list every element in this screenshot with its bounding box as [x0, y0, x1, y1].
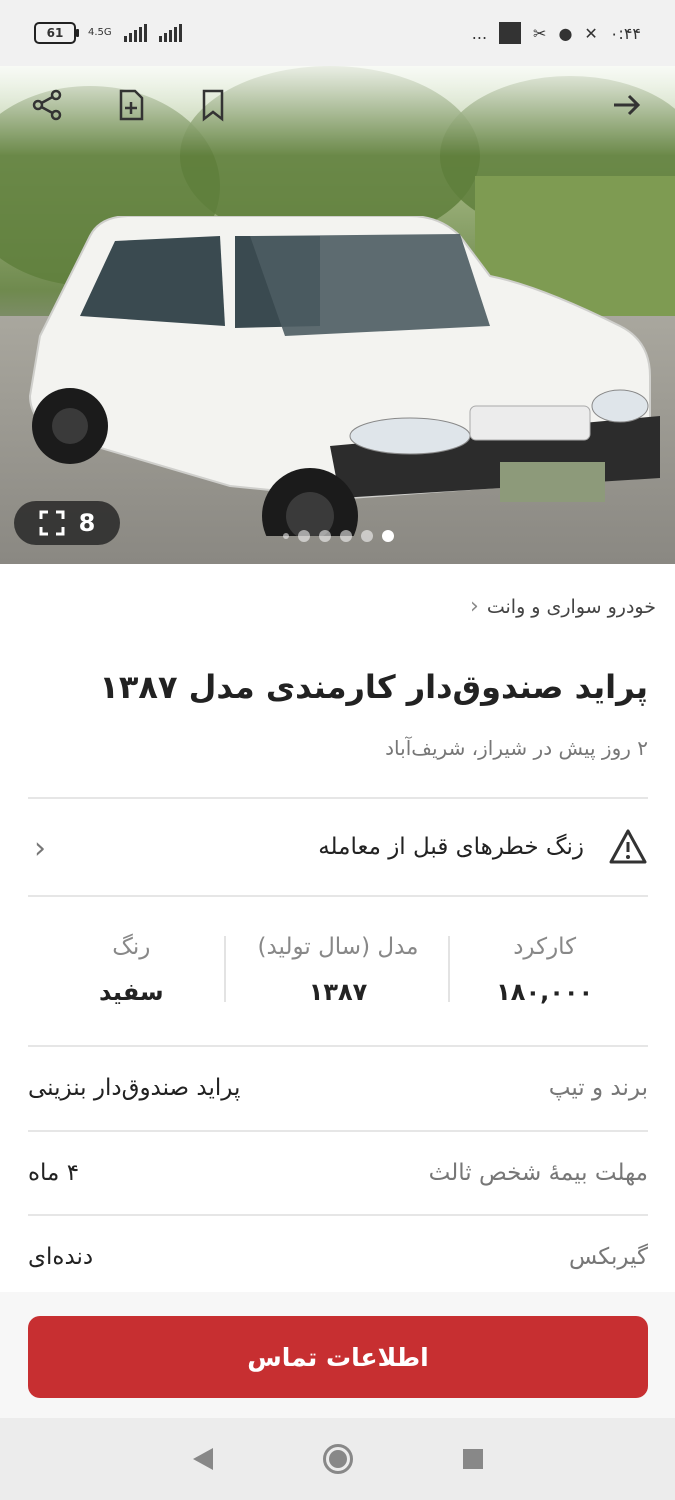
info-key: برند و تیپ [548, 1075, 648, 1101]
carousel-dot[interactable] [361, 530, 373, 542]
stat-separator [224, 936, 226, 1002]
stat-mileage: کارکرد ۱۸۰,۰۰۰ [441, 904, 648, 1044]
info-key: مهلت بیمهٔ شخص ثالث [428, 1160, 648, 1186]
carousel-dot[interactable] [340, 530, 352, 542]
stat-key: کارکرد [513, 934, 577, 960]
carousel-dots [283, 530, 394, 542]
more-icon: ... [471, 23, 488, 43]
contact-info-button[interactable]: اطلاعات تماس [28, 1316, 648, 1398]
stat-key: رنگ [112, 934, 151, 960]
carousel-dot-active[interactable] [382, 530, 394, 542]
signal-icon [123, 24, 147, 42]
chevron-left-icon: ‹ [470, 594, 479, 619]
breadcrumb[interactable]: خودرو سواری و وانت ‹ [470, 594, 656, 619]
chat-icon: ● [558, 23, 573, 43]
info-value: ۴ ماه [28, 1160, 80, 1186]
hero-top-gradient [0, 66, 675, 156]
back-arrow-icon[interactable] [610, 88, 644, 122]
info-value: دنده‌ای [28, 1244, 94, 1270]
stat-key: مدل (سال تولید) [257, 934, 419, 960]
info-value: پراید صندوق‌دار بنزینی [28, 1075, 241, 1101]
mute-icon: ✕ [584, 23, 598, 43]
notification-icon: ✂ [533, 23, 547, 43]
battery-level: 61 [46, 26, 64, 40]
share-icon[interactable] [30, 88, 64, 122]
image-count: 8 [78, 509, 96, 537]
info-row-gearbox: گیربکس دنده‌ای [28, 1216, 648, 1298]
carousel-dot[interactable] [319, 530, 331, 542]
listing-subtitle: ۲ روز پیش در شیراز، شریف‌آباد [385, 736, 648, 760]
app-icon [499, 22, 522, 44]
fullscreen-icon [39, 510, 65, 536]
stat-separator [448, 936, 450, 1002]
carousel-dot[interactable] [283, 533, 289, 539]
clock: ۰:۴۴ [609, 23, 641, 43]
status-right: ... ✂ ● ✕ ۰:۴۴ [472, 22, 641, 44]
nav-back-icon[interactable] [192, 1448, 213, 1470]
network-type: 4.5G [88, 27, 112, 38]
note-add-icon[interactable] [114, 88, 148, 122]
nav-home-icon[interactable] [322, 1444, 353, 1474]
carousel-dot[interactable] [298, 530, 310, 542]
status-left: 61 4.5G [34, 22, 182, 44]
stat-value: سفید [99, 978, 164, 1006]
stat-color: رنگ سفید [28, 904, 235, 1044]
chevron-left-icon: ‹ [34, 831, 46, 866]
signal-icon-2 [158, 24, 182, 42]
nav-recents-icon[interactable] [462, 1449, 483, 1469]
stat-model-year: مدل (سال تولید) ۱۳۸۷ [235, 904, 442, 1044]
battery-icon: 61 [34, 22, 79, 44]
stats-row: کارکرد ۱۸۰,۰۰۰ مدل (سال تولید) ۱۳۸۷ رنگ … [28, 904, 648, 1044]
warning-icon [609, 829, 647, 864]
info-row-brand: برند و تیپ پراید صندوق‌دار بنزینی [28, 1047, 648, 1129]
system-nav-bar [0, 1418, 675, 1500]
stat-value: ۱۳۸۷ [308, 978, 368, 1006]
breadcrumb-label: خودرو سواری و وانت [486, 595, 656, 618]
status-bar: 61 4.5G ... ✂ ● ✕ ۰:۴۴ [0, 0, 675, 66]
warning-row[interactable]: زنگ خطرهای قبل از معامله ‹ [28, 798, 648, 896]
stat-value: ۱۸۰,۰۰۰ [496, 978, 594, 1006]
divider [28, 895, 648, 897]
info-row-insurance: مهلت بیمهٔ شخص ثالث ۴ ماه [28, 1132, 648, 1214]
car-illustration [28, 216, 660, 536]
info-key: گیربکس [568, 1244, 648, 1270]
bookmark-icon[interactable] [196, 88, 230, 122]
warning-label: زنگ خطرهای قبل از معامله [318, 834, 584, 860]
page-title: پراید صندوق‌دار کارمندی مدل ۱۳۸۷ [99, 668, 648, 706]
listing-photo[interactable]: 8 [0, 66, 675, 564]
gallery-button[interactable]: 8 [14, 501, 120, 545]
